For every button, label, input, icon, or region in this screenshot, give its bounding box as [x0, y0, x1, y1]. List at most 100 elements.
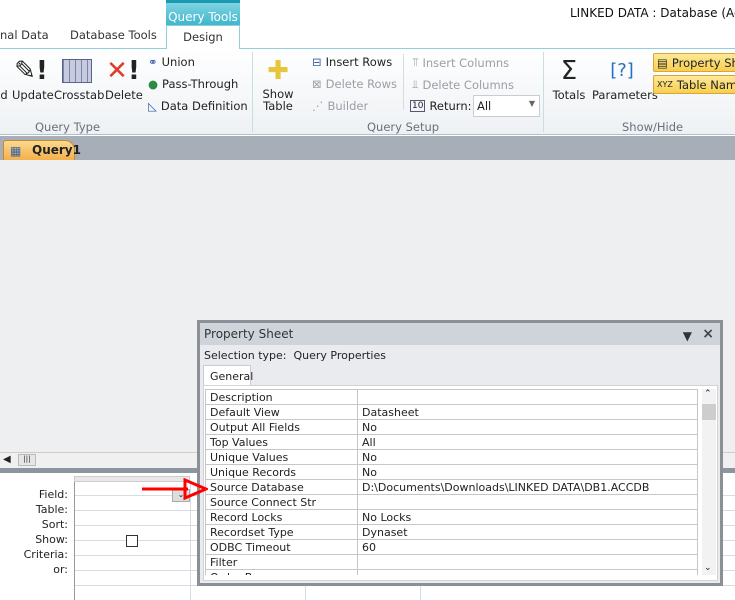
- property-sheet-panel: Property Sheet ▼ × Selection type: Query…: [197, 320, 723, 586]
- property-row[interactable]: Recordset Type Dynaset: [205, 524, 698, 540]
- show-checkbox[interactable]: [126, 535, 138, 547]
- property-name: Unique Values: [205, 449, 358, 465]
- close-icon[interactable]: ×: [702, 323, 714, 345]
- property-row[interactable]: Order By: [205, 569, 698, 575]
- property-row[interactable]: Source Database D:\Documents\Downloads\LI…: [205, 479, 698, 495]
- return-select[interactable]: All ▼: [473, 95, 540, 117]
- union-label: Union: [161, 55, 195, 69]
- append-button[interactable]: d: [0, 54, 8, 102]
- table-names-button[interactable]: XYZTable Names: [653, 75, 735, 94]
- insert-rows-icon: ⊟: [312, 55, 322, 69]
- property-value[interactable]: No: [357, 419, 698, 435]
- document-tab-bar: [0, 136, 735, 160]
- parameters-label: Parameters: [592, 88, 658, 102]
- delete-rows-button[interactable]: ⊠ Delete Rows: [312, 77, 397, 91]
- property-value[interactable]: No: [357, 449, 698, 465]
- sigma-icon: Σ: [560, 56, 578, 86]
- union-button[interactable]: ⚭ Union: [148, 55, 195, 69]
- property-row[interactable]: Filter: [205, 554, 698, 570]
- property-name: Recordset Type: [205, 524, 358, 540]
- property-row[interactable]: Record Locks No Locks: [205, 509, 698, 525]
- insert-rows-label: Insert Rows: [325, 55, 393, 69]
- tab-external-data[interactable]: nal Data: [0, 28, 49, 42]
- dropdown-arrow-icon: ▼: [528, 99, 535, 108]
- totals-button[interactable]: Σ Totals: [549, 54, 589, 102]
- scroll-left-icon[interactable]: ◀: [3, 454, 11, 465]
- scroll-thumb[interactable]: [702, 404, 716, 420]
- property-row[interactable]: ODBC Timeout 60: [205, 539, 698, 555]
- property-value[interactable]: No Locks: [357, 509, 698, 525]
- table-names-label: Table Names: [676, 77, 735, 92]
- data-definition-label: Data Definition: [160, 99, 248, 113]
- selection-type-label: Selection type:: [204, 349, 287, 362]
- parameters-button[interactable]: [?] Parameters: [592, 54, 658, 102]
- parameters-icon: [?]: [610, 60, 634, 81]
- tab-query1[interactable]: ▦ Query1: [3, 140, 81, 160]
- property-name: Default View: [205, 404, 358, 420]
- property-value[interactable]: No: [357, 464, 698, 480]
- delete-button[interactable]: ✕! Delete: [105, 54, 143, 102]
- property-row[interactable]: Top Values All: [205, 434, 698, 450]
- globe-icon: ●: [148, 77, 159, 91]
- property-row[interactable]: Unique Records No: [205, 464, 698, 480]
- data-definition-button[interactable]: ◺ Data Definition: [148, 99, 248, 113]
- property-sheet-button[interactable]: ▤Property Sheet: [653, 53, 735, 72]
- pass-through-button[interactable]: ● Pass-Through: [148, 77, 238, 91]
- property-value[interactable]: Dynaset: [357, 524, 698, 540]
- show-table-button[interactable]: ✚ Show Table: [258, 54, 298, 112]
- property-name: Order By: [205, 569, 358, 575]
- property-value[interactable]: [357, 554, 698, 570]
- field-row-label: Field:: [38, 488, 68, 501]
- separator: [403, 54, 404, 110]
- property-row[interactable]: Output All Fields No: [205, 419, 698, 435]
- property-name: Top Values: [205, 434, 358, 450]
- dropdown-arrow-icon[interactable]: ▼: [683, 325, 692, 347]
- property-value[interactable]: 60: [357, 539, 698, 555]
- property-name: ODBC Timeout: [205, 539, 358, 555]
- update-button[interactable]: ✎! Update: [12, 54, 54, 102]
- property-value[interactable]: All: [357, 434, 698, 450]
- property-value[interactable]: D:\Documents\Downloads\LINKED DATA\DB1.A…: [357, 479, 698, 495]
- query1-label: Query1: [32, 143, 81, 157]
- insert-rows-button[interactable]: ⊟ Insert Rows: [312, 55, 392, 69]
- crosstab-button[interactable]: Crosstab: [54, 54, 104, 102]
- property-sheet-icon: ▤: [657, 55, 668, 70]
- property-row[interactable]: Unique Values No: [205, 449, 698, 465]
- property-scrollbar[interactable]: ⌃ ⌄: [702, 389, 716, 575]
- union-icon: ⚭: [148, 55, 158, 69]
- tab-general[interactable]: General: [203, 365, 253, 386]
- wand-icon: ⋰: [312, 99, 324, 113]
- property-sheet-title: Property Sheet: [204, 327, 294, 341]
- property-sheet-title-bar: Property Sheet ▼ ×: [200, 323, 720, 345]
- insert-columns-label: Insert Columns: [422, 55, 510, 70]
- property-value[interactable]: [357, 569, 698, 575]
- tab-database-tools[interactable]: Database Tools: [70, 28, 157, 42]
- property-row[interactable]: Default View Datasheet: [205, 404, 698, 420]
- property-name: Unique Records: [205, 464, 358, 480]
- delete-columns-button[interactable]: ⫫ Delete Columns: [412, 77, 514, 92]
- delete-label: Delete: [105, 88, 143, 102]
- scroll-thumb[interactable]: |||: [18, 454, 36, 466]
- delete-rows-label: Delete Rows: [325, 77, 397, 91]
- scroll-up-icon[interactable]: ⌃: [704, 389, 712, 399]
- pass-through-label: Pass-Through: [162, 77, 239, 91]
- scroll-down-icon[interactable]: ⌄: [704, 563, 712, 573]
- property-name: Filter: [205, 554, 358, 570]
- separator: [252, 52, 253, 132]
- sort-row-label: Sort:: [41, 518, 68, 531]
- property-name: Record Locks: [205, 509, 358, 525]
- show-hide-group-label: Show/Hide: [622, 120, 684, 134]
- property-value[interactable]: [357, 389, 698, 405]
- crosstab-label: Crosstab: [54, 88, 105, 102]
- tab-design[interactable]: Design: [166, 25, 240, 49]
- property-row[interactable]: Description: [205, 389, 698, 405]
- show-table-label: Show Table: [262, 87, 294, 113]
- pencil-icon: ✎!: [14, 56, 48, 86]
- builder-button[interactable]: ⋰ Builder: [312, 99, 368, 113]
- property-value[interactable]: [357, 494, 698, 510]
- insert-columns-button[interactable]: ⫪ Insert Columns: [412, 55, 509, 70]
- property-row[interactable]: Source Connect Str: [205, 494, 698, 510]
- update-label: Update: [12, 88, 54, 102]
- delete-x-icon: ✕!: [106, 56, 140, 86]
- property-value[interactable]: Datasheet: [357, 404, 698, 420]
